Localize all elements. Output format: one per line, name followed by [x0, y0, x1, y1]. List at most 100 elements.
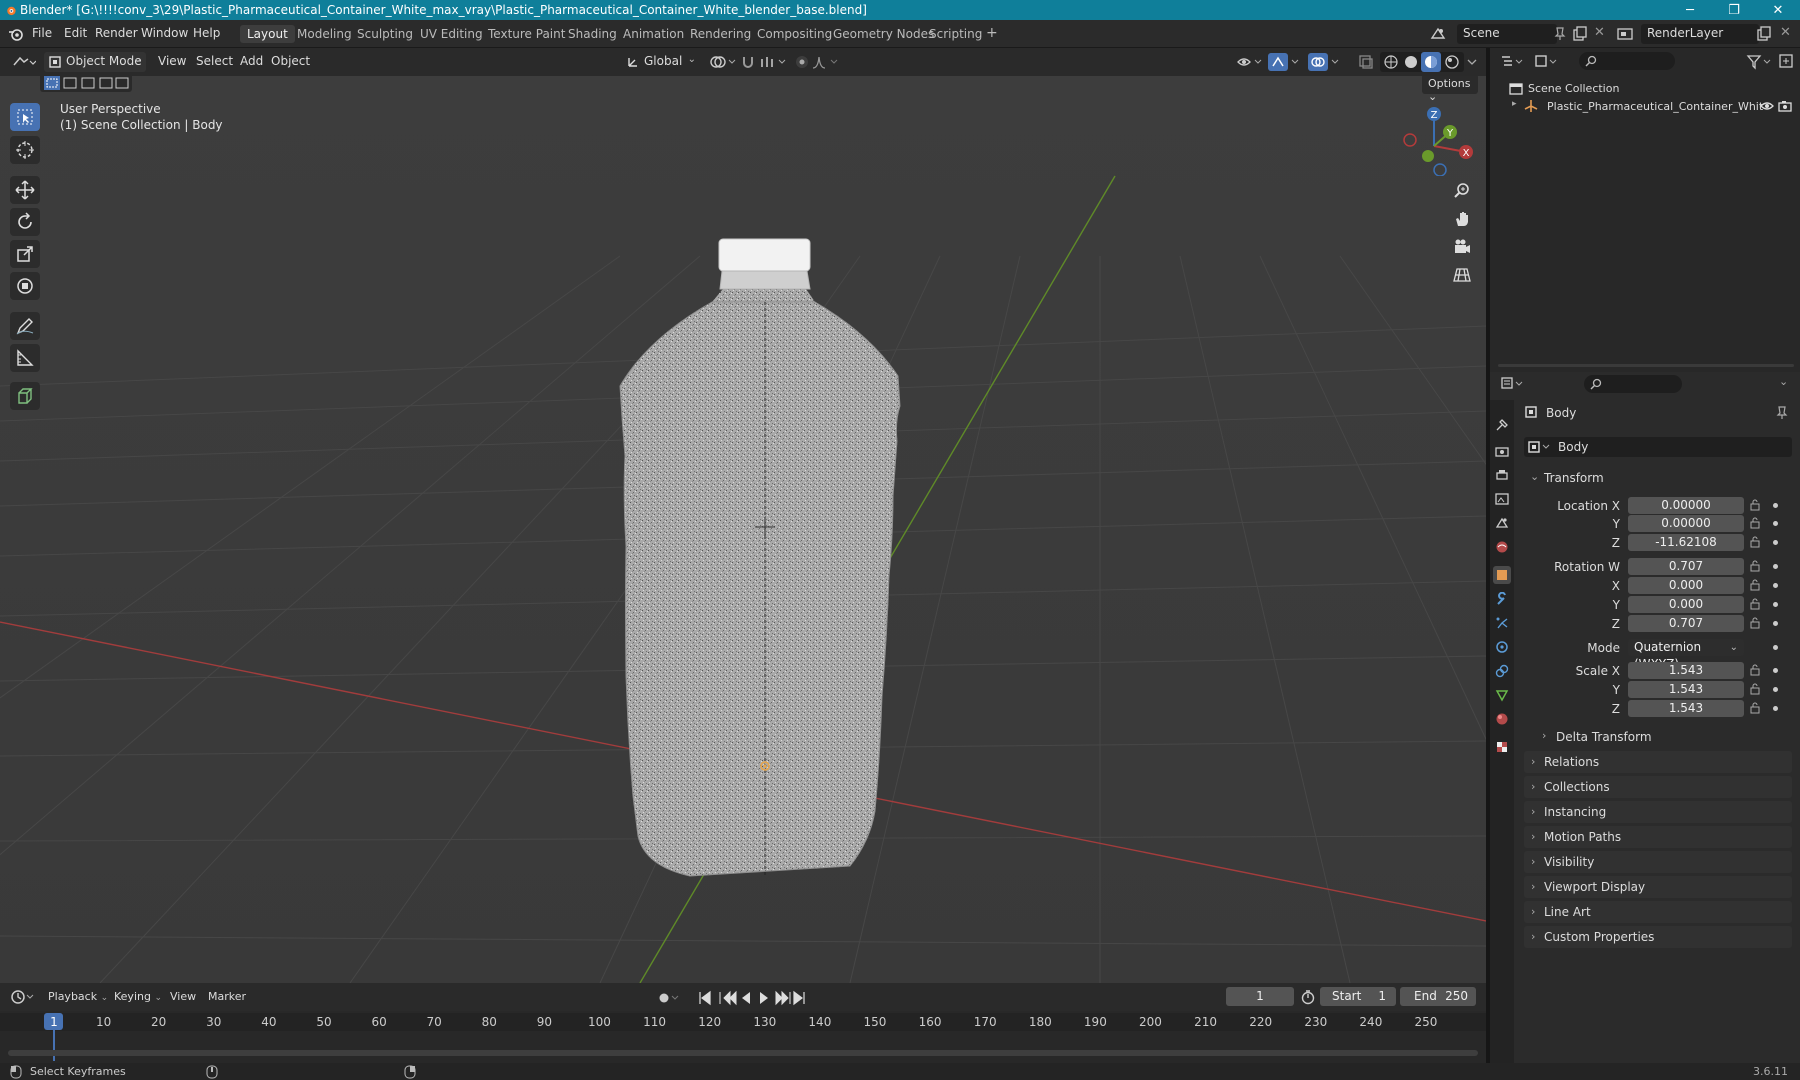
keyframe-dot[interactable]	[1773, 706, 1778, 711]
current-frame-field[interactable]: 1	[1226, 987, 1294, 1006]
tab-output[interactable]	[1493, 466, 1511, 484]
selection-mode-buttons[interactable]	[40, 76, 132, 92]
tab-render[interactable]	[1493, 442, 1511, 460]
lock-icon[interactable]	[1749, 536, 1761, 548]
playback-controls[interactable]	[698, 990, 806, 1006]
menu-render[interactable]: Render	[95, 26, 138, 40]
lock-icon[interactable]	[1749, 579, 1761, 591]
menu-keying[interactable]: Keying ⌄	[114, 990, 162, 1003]
menu-edit[interactable]: Edit	[64, 26, 87, 40]
stopwatch-icon[interactable]	[1300, 989, 1316, 1005]
eye-icon[interactable]	[1760, 100, 1774, 112]
3d-viewport[interactable]: User Perspective (1) Scene Collection | …	[0, 76, 1486, 983]
lock-icon[interactable]	[1749, 517, 1761, 529]
remove-scene-icon[interactable]: ✕	[1594, 25, 1605, 40]
falloff-icon[interactable]	[812, 54, 840, 70]
transform-tool[interactable]	[10, 272, 40, 300]
end-frame-field[interactable]: End 250	[1400, 987, 1476, 1006]
scene-selector[interactable]: Scene	[1457, 24, 1557, 44]
pan-button[interactable]	[1450, 207, 1474, 231]
menu-file[interactable]: File	[32, 26, 52, 40]
keyframe-dot[interactable]	[1773, 564, 1778, 569]
transform-panel-header[interactable]: ⌄ Transform	[1524, 467, 1792, 489]
panel-custom-properties[interactable]: › Custom Properties	[1524, 926, 1792, 948]
snap-icon[interactable]	[740, 54, 756, 70]
chevron-down-icon[interactable]: ⌄	[1779, 375, 1788, 388]
panel-motion-paths[interactable]: › Motion Paths	[1524, 826, 1792, 848]
scale-z-field[interactable]: 1.543	[1628, 700, 1744, 717]
tab-rendering[interactable]: Rendering	[683, 25, 758, 43]
keyframe-dot[interactable]	[1773, 583, 1778, 588]
camera-view-button[interactable]	[1450, 235, 1474, 259]
scene-collection-label[interactable]: Scene Collection	[1528, 82, 1619, 95]
new-collection-icon[interactable]	[1778, 53, 1794, 69]
close-button[interactable]: ✕	[1756, 0, 1800, 20]
minimize-button[interactable]: ─	[1668, 0, 1712, 20]
menu-object[interactable]: Object	[271, 54, 310, 68]
zoom-button[interactable]	[1450, 179, 1474, 203]
wireframe-shading-icon[interactable]	[1383, 54, 1399, 70]
rotation-mode-select[interactable]: Quaternion (WXYZ)⌄	[1628, 639, 1744, 671]
panel-instancing[interactable]: › Instancing	[1524, 801, 1792, 823]
annotate-tool[interactable]	[10, 312, 40, 340]
lock-icon[interactable]	[1749, 598, 1761, 610]
lock-icon[interactable]	[1749, 560, 1761, 572]
measure-tool[interactable]	[10, 344, 40, 372]
xray-icon[interactable]	[1358, 54, 1374, 70]
tab-texture-paint[interactable]: Texture Paint	[481, 25, 572, 43]
rotation-x-field[interactable]: 0.000	[1628, 577, 1744, 594]
solid-shading-icon[interactable]	[1403, 54, 1419, 70]
display-mode-icon[interactable]	[1534, 54, 1558, 70]
outliner-item-container[interactable]: Plastic_Pharmaceutical_Container_Whit	[1547, 100, 1763, 113]
location-x-field[interactable]: 0.00000	[1628, 497, 1744, 514]
viewport-gizmo-icon[interactable]	[1268, 53, 1304, 71]
lock-icon[interactable]	[1749, 499, 1761, 511]
blender-menu-icon[interactable]	[8, 27, 24, 41]
tab-texture[interactable]	[1493, 738, 1511, 756]
lock-icon[interactable]	[1749, 664, 1761, 676]
pivot-icon[interactable]	[708, 54, 736, 70]
expand-arrow-icon[interactable]: ▸	[1512, 99, 1517, 109]
rotation-z-field[interactable]: 0.707	[1628, 615, 1744, 632]
start-frame-field[interactable]: Start 1	[1320, 987, 1396, 1006]
tab-uv-editing[interactable]: UV Editing	[413, 25, 490, 43]
keyframe-dot[interactable]	[1773, 602, 1778, 607]
timeline-scrollbar[interactable]	[8, 1050, 1478, 1056]
add-cube-tool[interactable]	[10, 382, 40, 410]
timeline-editor-icon[interactable]	[10, 989, 36, 1005]
menu-window[interactable]: Window	[141, 26, 188, 40]
menu-add[interactable]: Add	[240, 54, 263, 68]
tab-sculpting[interactable]: Sculpting	[350, 25, 420, 43]
menu-marker[interactable]: Marker	[208, 990, 246, 1003]
menu-playback[interactable]: Playback ⌄	[48, 990, 108, 1003]
menu-timeline-view[interactable]: View	[170, 990, 196, 1003]
keyframe-dot[interactable]	[1773, 645, 1778, 650]
location-z-field[interactable]: -11.62108	[1628, 534, 1744, 551]
tab-modeling[interactable]: Modeling	[290, 25, 359, 43]
new-layer-icon[interactable]	[1756, 26, 1772, 42]
overlays-icon[interactable]	[1308, 53, 1344, 71]
scale-x-field[interactable]: 1.543	[1628, 662, 1744, 679]
panel-collections[interactable]: › Collections	[1524, 776, 1792, 798]
rotation-w-field[interactable]: 0.707	[1628, 558, 1744, 575]
maximize-button[interactable]: ❐	[1712, 0, 1756, 20]
tab-shading[interactable]: Shading	[561, 25, 624, 43]
keyframe-dot[interactable]	[1773, 621, 1778, 626]
pin-icon[interactable]	[1554, 27, 1566, 41]
move-tool[interactable]	[10, 176, 40, 204]
panel-line-art[interactable]: › Line Art	[1524, 901, 1792, 923]
menu-view[interactable]: View	[158, 54, 186, 68]
scale-tool[interactable]	[10, 240, 40, 268]
options-button[interactable]: Options ⌄	[1422, 76, 1478, 103]
panel-relations[interactable]: › Relations	[1524, 751, 1792, 773]
delta-transform-subpanel[interactable]: › Delta Transform	[1536, 727, 1792, 747]
remove-layer-icon[interactable]: ✕	[1780, 25, 1791, 40]
camera-render-icon[interactable]	[1778, 100, 1792, 112]
keyframe-dot[interactable]	[1773, 687, 1778, 692]
shading-options-icon[interactable]	[1466, 56, 1478, 68]
record-icon[interactable]	[658, 991, 682, 1005]
transform-orientation-selector[interactable]: Global ⌄	[622, 52, 700, 72]
render-layer-selector[interactable]: RenderLayer	[1641, 24, 1759, 44]
location-y-field[interactable]: 0.00000	[1628, 515, 1744, 532]
panel-viewport-display[interactable]: › Viewport Display	[1524, 876, 1792, 898]
